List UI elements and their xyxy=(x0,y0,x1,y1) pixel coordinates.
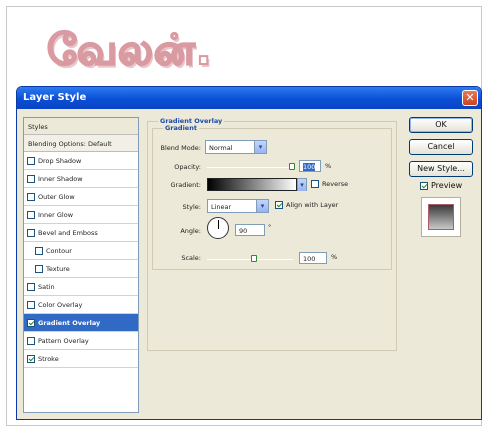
style-item-checkbox[interactable] xyxy=(27,354,35,363)
angle-label: Angle: xyxy=(180,227,201,235)
style-item-label: Contour xyxy=(46,246,72,255)
gradient-label: Gradient: xyxy=(170,181,201,189)
style-value: Linear xyxy=(211,203,232,211)
style-item-bevel-and-emboss[interactable]: Bevel and Emboss xyxy=(24,224,138,242)
new-style-button[interactable]: New Style... xyxy=(409,161,473,177)
style-item-gradient-overlay[interactable]: Gradient Overlay xyxy=(24,314,138,332)
preview-checkbox[interactable]: Preview xyxy=(420,181,462,190)
style-item-label: Inner Shadow xyxy=(38,174,83,183)
opacity-value: 100 xyxy=(303,163,316,171)
align-with-layer-checkbox[interactable]: Align with Layer xyxy=(275,201,338,209)
angle-unit: ° xyxy=(268,223,272,231)
style-item-checkbox[interactable] xyxy=(27,318,35,327)
style-item-checkbox[interactable] xyxy=(27,300,35,309)
style-item-label: Inner Glow xyxy=(38,210,74,219)
preview-label: Preview xyxy=(431,181,463,190)
scale-unit: % xyxy=(331,253,338,261)
align-checkbox-box[interactable] xyxy=(275,201,283,209)
style-item-checkbox[interactable] xyxy=(27,192,35,201)
style-item-checkbox[interactable] xyxy=(27,282,35,291)
preview-checkbox-box[interactable] xyxy=(420,181,428,190)
style-items-container: Drop Shadow Inner Shadow Outer Glow Inner G… xyxy=(24,152,138,368)
styles-list-header[interactable]: Styles xyxy=(24,118,138,135)
scale-value: 100 xyxy=(303,255,316,263)
dialog-titlebar[interactable]: Layer Style ✕ xyxy=(17,87,481,109)
opacity-label: Opacity: xyxy=(174,163,201,171)
close-icon[interactable]: ✕ xyxy=(462,90,478,106)
styles-list: Styles Blending Options: Default Drop Sh… xyxy=(23,117,139,413)
style-item-checkbox[interactable] xyxy=(27,156,35,165)
reverse-checkbox[interactable]: Reverse xyxy=(311,180,348,188)
scale-slider-track[interactable] xyxy=(207,259,293,260)
scale-input[interactable]: 100 xyxy=(299,252,327,264)
style-item-checkbox[interactable] xyxy=(27,228,35,237)
style-item-checkbox[interactable] xyxy=(35,264,43,273)
style-select[interactable]: Linear ▾ xyxy=(207,199,269,213)
blend-mode-value: Normal xyxy=(209,144,233,152)
style-item-label: Gradient Overlay xyxy=(38,318,101,327)
preview-swatch xyxy=(428,204,454,230)
style-item-checkbox[interactable] xyxy=(27,336,35,345)
reverse-label: Reverse xyxy=(322,180,349,188)
group-title: Gradient xyxy=(163,124,199,132)
style-item-checkbox[interactable] xyxy=(27,210,35,219)
scale-label: Scale: xyxy=(181,254,201,262)
reverse-checkbox-box[interactable] xyxy=(311,180,319,188)
style-item-stroke[interactable]: Stroke xyxy=(24,350,138,368)
blend-mode-label: Blend Mode: xyxy=(160,144,201,152)
style-item-drop-shadow[interactable]: Drop Shadow xyxy=(24,152,138,170)
style-item-label: Stroke xyxy=(38,354,59,363)
layer-style-dialog: Layer Style ✕ Styles Blending Options: D… xyxy=(16,86,482,420)
angle-input[interactable]: 90 xyxy=(235,224,265,236)
style-item-checkbox[interactable] xyxy=(27,174,35,183)
style-label: Style: xyxy=(182,203,201,211)
style-item-label: Outer Glow xyxy=(38,192,75,201)
angle-value: 90 xyxy=(239,227,248,235)
chevron-down-icon: ▾ xyxy=(256,200,268,212)
style-item-texture[interactable]: Texture xyxy=(24,260,138,278)
dialog-title: Layer Style xyxy=(23,92,87,103)
style-item-color-overlay[interactable]: Color Overlay xyxy=(24,296,138,314)
opacity-unit: % xyxy=(325,162,332,170)
angle-dial[interactable] xyxy=(207,217,229,239)
style-item-satin[interactable]: Satin xyxy=(24,278,138,296)
cancel-button[interactable]: Cancel xyxy=(409,139,473,155)
canvas-headline-text: வேலன். xyxy=(46,24,213,75)
gradient-swatch[interactable] xyxy=(207,178,297,191)
style-item-pattern-overlay[interactable]: Pattern Overlay xyxy=(24,332,138,350)
chevron-down-icon: ▾ xyxy=(254,141,266,153)
opacity-input[interactable]: 100 xyxy=(299,160,321,172)
style-item-checkbox[interactable] xyxy=(35,246,43,255)
style-item-label: Bevel and Emboss xyxy=(38,228,98,237)
blend-mode-select[interactable]: Normal ▾ xyxy=(205,140,267,154)
style-item-inner-glow[interactable]: Inner Glow xyxy=(24,206,138,224)
gradient-group: Gradient Blend Mode: Normal ▾ Opacity: 1… xyxy=(152,124,392,270)
style-item-contour[interactable]: Contour xyxy=(24,242,138,260)
style-item-label: Pattern Overlay xyxy=(38,336,89,345)
chevron-down-icon: ▾ xyxy=(298,179,306,191)
style-preview-thumbnail xyxy=(421,197,461,237)
gradient-overlay-panel: Gradient Overlay Gradient Blend Mode: No… xyxy=(147,117,397,351)
scale-slider-thumb[interactable] xyxy=(251,255,257,262)
style-item-label: Color Overlay xyxy=(38,300,83,309)
style-item-inner-shadow[interactable]: Inner Shadow xyxy=(24,170,138,188)
gradient-picker-button[interactable]: ▾ xyxy=(297,178,307,191)
opacity-slider-thumb[interactable] xyxy=(289,163,295,170)
style-item-outer-glow[interactable]: Outer Glow xyxy=(24,188,138,206)
style-item-label: Satin xyxy=(38,282,55,291)
align-label: Align with Layer xyxy=(286,201,339,209)
blending-options-item[interactable]: Blending Options: Default xyxy=(24,135,138,152)
opacity-slider-track[interactable] xyxy=(207,167,293,168)
style-item-label: Drop Shadow xyxy=(38,156,82,165)
style-item-label: Texture xyxy=(46,264,70,273)
ok-button[interactable]: OK xyxy=(409,117,473,133)
